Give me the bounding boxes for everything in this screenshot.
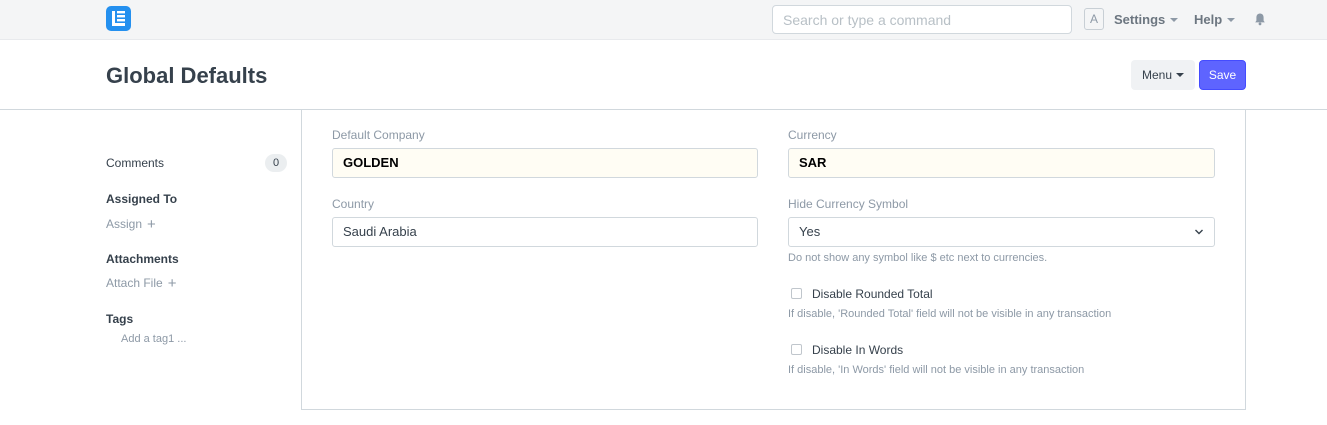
form-panel: Default Company GOLDEN Country Saudi Ara…	[301, 110, 1246, 410]
add-tag-input[interactable]: Add a tag1 ...	[121, 333, 186, 345]
plus-icon: +	[147, 216, 156, 233]
menu-button[interactable]: Menu	[1131, 60, 1195, 90]
hide-currency-symbol-label: Hide Currency Symbol	[788, 197, 909, 211]
currency-field[interactable]: SAR	[788, 148, 1215, 178]
plus-icon: +	[167, 275, 177, 292]
currency-label: Currency	[788, 128, 837, 142]
country-label: Country	[332, 197, 375, 211]
help-dropdown[interactable]: Help	[1194, 12, 1236, 27]
comments-count-badge: 0	[265, 154, 287, 172]
menu-label: Menu	[1141, 68, 1173, 82]
default-company-label: Default Company	[332, 128, 425, 142]
hide-currency-symbol-help: Do not show any symbol like $ etc next t…	[788, 252, 1048, 264]
caret-down-icon	[1170, 18, 1179, 22]
disable-rounded-total-checkbox[interactable]	[791, 288, 802, 299]
disable-rounded-total-row[interactable]: Disable Rounded Total	[791, 287, 933, 301]
avatar-letter: A	[1089, 12, 1098, 26]
disable-in-words-help: If disable, 'In Words' field will not be…	[788, 364, 1085, 376]
save-button[interactable]: Save	[1199, 60, 1246, 90]
search-input[interactable]	[773, 6, 1071, 33]
attach-file-link[interactable]: Attach File +	[106, 275, 176, 292]
default-company-field[interactable]: GOLDEN	[332, 148, 758, 178]
awesome-bar[interactable]	[772, 5, 1072, 34]
disable-in-words-label: Disable In Words	[812, 343, 904, 357]
disable-rounded-total-label: Disable Rounded Total	[812, 287, 933, 301]
assigned-to-heading: Assigned To	[106, 192, 178, 206]
chevron-down-icon	[1195, 229, 1203, 235]
attach-file-label: Attach File	[106, 276, 163, 290]
caret-down-icon	[1176, 73, 1185, 77]
attachments-heading: Attachments	[106, 252, 179, 266]
comments-link[interactable]: Comments	[106, 156, 164, 170]
disable-in-words-checkbox[interactable]	[791, 344, 802, 355]
tags-heading: Tags	[106, 312, 134, 326]
page-title: Global Defaults	[106, 63, 268, 88]
disable-rounded-total-help: If disable, 'Rounded Total' field will n…	[788, 308, 1112, 320]
hide-currency-symbol-select[interactable]: Yes	[788, 217, 1215, 247]
hide-currency-symbol-value: Yes	[799, 224, 821, 239]
app-logo-icon[interactable]	[106, 6, 131, 31]
settings-label: Settings	[1114, 12, 1166, 27]
navbar: A Settings Help	[0, 0, 1327, 40]
user-avatar[interactable]: A	[1084, 8, 1104, 30]
assign-label: Assign	[106, 217, 143, 231]
assign-link[interactable]: Assign +	[106, 216, 156, 233]
caret-down-icon	[1227, 18, 1236, 22]
help-label: Help	[1194, 12, 1223, 27]
notification-bell-icon[interactable]	[1253, 12, 1267, 26]
settings-dropdown[interactable]: Settings	[1114, 12, 1179, 27]
page-head: Global Defaults Menu Save	[0, 40, 1327, 110]
country-field[interactable]: Saudi Arabia	[332, 217, 758, 247]
disable-in-words-row[interactable]: Disable In Words	[791, 343, 903, 357]
